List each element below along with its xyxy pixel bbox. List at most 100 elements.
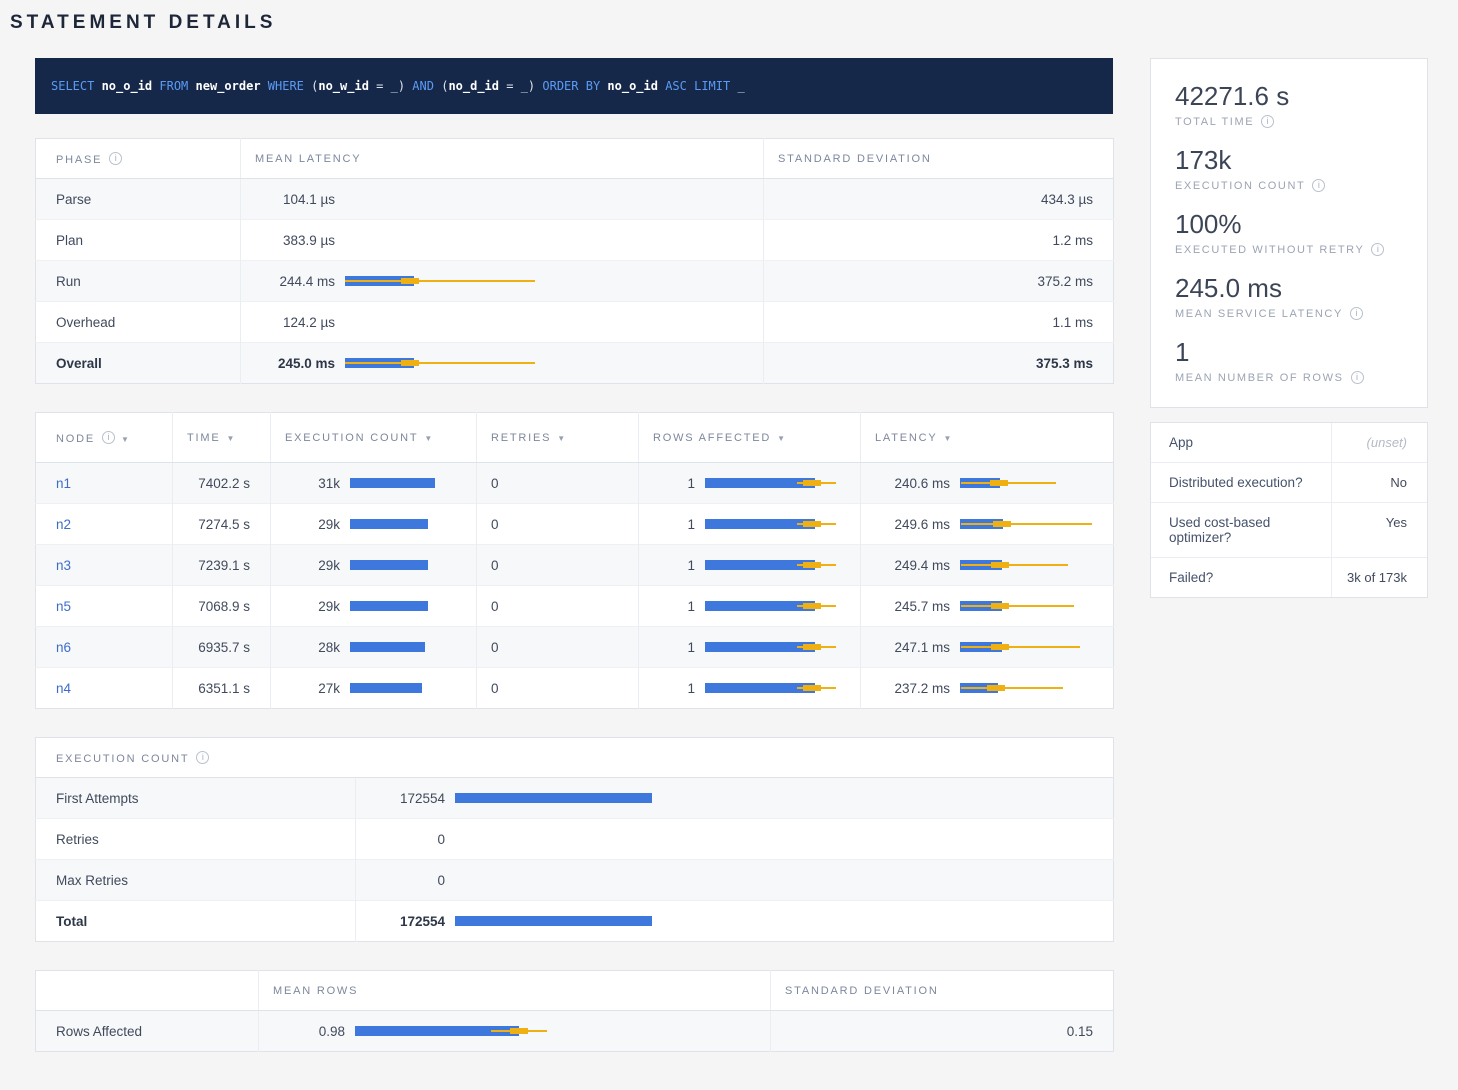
bar-stddev-tick [401,278,419,284]
bar-stddev-line [961,523,1092,525]
sql-punctuation: = _) [369,79,412,93]
sql-identifier: no_w_id [318,79,369,93]
mean-rows-bar [355,1011,756,1051]
info-icon[interactable] [109,152,122,165]
node-row: n57068.9 s29k01245.7 ms [36,586,1114,627]
stddev-cell: 434.3 µs [764,179,1114,220]
latency-value: 245.7 ms [875,599,950,614]
bar-stddev-line [961,605,1074,607]
executed-without-retry-label: EXECUTED WITHOUT RETRY [1175,243,1403,256]
node-column-label: NODE [56,433,95,445]
rows-affected-row-label: Rows Affected [36,1011,259,1052]
phase-column-header: PHASE [36,139,241,179]
latency-cell-content: 237.2 ms [875,668,1099,708]
retries-column-label: RETRIES [491,432,551,444]
retries-column-header[interactable]: RETRIES▼ [477,413,639,463]
node-table-header-row: NODE▼ TIME▼ EXECUTION COUNT▼ RETRIES▼ RO [36,413,1114,463]
bar-stddev-tick [991,603,1009,609]
rows-affected-row: Rows Affected0.980.15 [36,1011,1114,1052]
execution-count-table-body: First Attempts172554Retries0Max Retries0… [36,778,1114,942]
execution-count-bar [350,504,462,544]
rows-affected-cell-content: 1 [653,545,846,585]
summary-stats-card: 42271.6 s TOTAL TIME 173k EXECUTION COUN… [1150,58,1428,408]
rows-table-body: Rows Affected0.980.15 [36,1011,1114,1052]
time-cell: 7068.9 s [173,586,271,627]
app-value: (unset) [1331,423,1427,462]
execution-count-cell-content: 27k [285,668,462,708]
node-link[interactable]: n4 [56,681,71,696]
retries-cell: 0 [477,627,639,668]
execution-count-value-cell-content: 0 [370,819,1099,859]
latency-bar [960,668,1099,708]
rows-affected-bar [705,463,846,503]
latency-value: 247.1 ms [875,640,950,655]
info-icon[interactable] [1371,243,1384,256]
execution-count-cell-content: 29k [285,545,462,585]
rows-affected-cell-content: 1 [653,463,846,503]
execution-count-value-cell: 172554 [356,901,1114,942]
node-link[interactable]: n3 [56,558,71,573]
latency-column-label: LATENCY [875,432,938,444]
node-link[interactable]: n1 [56,476,71,491]
latency-value: 240.6 ms [875,476,950,491]
info-icon[interactable] [1350,307,1363,320]
rows-affected-cell: 1 [639,627,861,668]
latency-column-header[interactable]: LATENCY▼ [861,413,1114,463]
mean-number-of-rows-value: 1 [1175,337,1403,367]
latency-cell-content: 245.7 ms [875,586,1099,626]
main-column: SELECT no_o_id FROM new_order WHERE (no_… [35,58,1113,1070]
info-icon[interactable] [1261,115,1274,128]
info-icon[interactable] [1351,371,1364,384]
rows-affected-cell: 1 [639,668,861,709]
node-link[interactable]: n5 [56,599,71,614]
node-cell: n6 [36,627,173,668]
stddev-cell: 1.2 ms [764,220,1114,261]
rows-affected-column-header[interactable]: ROWS AFFECTED▼ [639,413,861,463]
total-time-stat: 42271.6 s TOTAL TIME [1175,81,1403,128]
time-cell: 6351.1 s [173,668,271,709]
sql-identifier: no_d_id [448,79,499,93]
execution-count-row: Total172554 [36,901,1114,942]
latency-bar [960,586,1099,626]
app-row: App (unset) [1151,423,1427,463]
execution-count-row: Max Retries0 [36,860,1114,901]
rows-affected-cell: 1 [639,545,861,586]
time-column-header[interactable]: TIME▼ [173,413,271,463]
execution-count-value: 27k [285,681,340,696]
bar-stddev-line [961,564,1068,566]
rows-affected-cell: 1 [639,463,861,504]
rows-affected-cell: 1 [639,504,861,545]
sql-keyword: WHERE [261,79,312,93]
execution-count-row-bar [455,901,1099,941]
execution-count-row-value: 0 [370,873,445,888]
mean-latency-bar [345,261,749,301]
node-column-header[interactable]: NODE▼ [36,413,173,463]
mean-latency-value: 104.1 µs [255,192,335,207]
mean-latency-cell: 104.1 µs [241,179,764,220]
execution-count-row-bar [455,778,1099,818]
sort-caret-icon: ▼ [226,434,234,443]
phase-name: Overall [36,343,241,384]
bar-stddev-tick [803,521,821,527]
node-cell: n5 [36,586,173,627]
bar-stddev-tick [993,521,1011,527]
node-link[interactable]: n6 [56,640,71,655]
mean-latency-cell-content: 245.0 ms [255,343,749,383]
rows-affected-cell-content: 1 [653,668,846,708]
time-cell: 7239.1 s [173,545,271,586]
bar-stddev-tick [803,603,821,609]
mean-number-of-rows-label: MEAN NUMBER OF ROWS [1175,371,1403,384]
failed-row: Failed? 3k of 173k [1151,558,1427,597]
total-time-value: 42271.6 s [1175,81,1403,111]
execution-count-column-header[interactable]: EXECUTION COUNT▼ [271,413,477,463]
latency-cell-content: 249.4 ms [875,545,1099,585]
execution-count-row-value: 172554 [370,791,445,806]
node-link[interactable]: n2 [56,517,71,532]
mean-latency-column-header: MEAN LATENCY [241,139,764,179]
info-icon[interactable] [1312,179,1325,192]
node-row: n66935.7 s28k01247.1 ms [36,627,1114,668]
info-icon[interactable] [102,431,115,444]
info-icon[interactable] [196,751,209,764]
time-cell: 6935.7 s [173,627,271,668]
retries-cell: 0 [477,504,639,545]
